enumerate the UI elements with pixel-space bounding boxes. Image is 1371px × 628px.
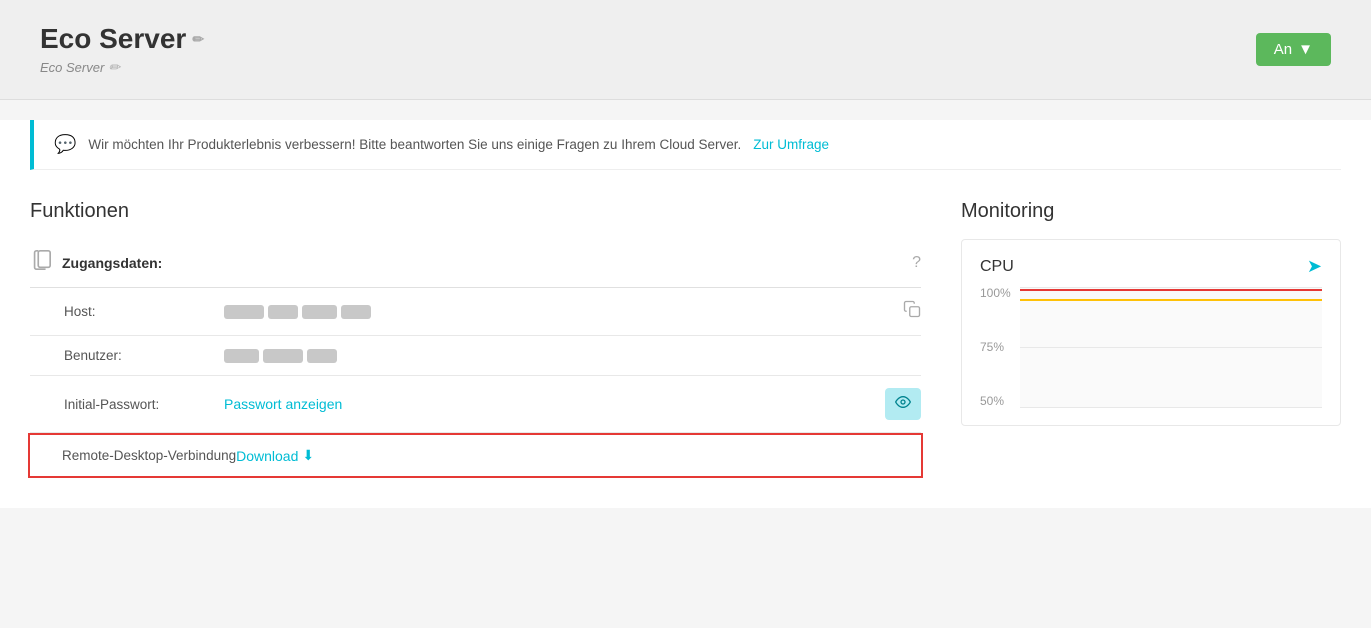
zugangsdaten-label: Zugangsdaten: — [62, 255, 162, 271]
blur-block — [302, 305, 337, 319]
survey-link[interactable]: Zur Umfrage — [753, 137, 829, 152]
server-title-text: Eco Server — [40, 23, 186, 55]
subtitle-edit-icon[interactable]: ✏ — [108, 59, 120, 76]
cpu-detail-arrow-icon[interactable]: ➤ — [1307, 256, 1322, 277]
remote-desktop-label: Remote-Desktop-Verbindung — [62, 448, 236, 463]
benutzer-blurred — [224, 349, 337, 363]
server-subtitle: Eco Server ✏ — [40, 59, 204, 76]
zugangsdaten-header: Zugangsdaten: ? — [30, 239, 921, 288]
cpu-title: CPU — [980, 258, 1014, 276]
password-field-row: Initial-Passwort: Passwort anzeigen — [30, 376, 921, 433]
banner-icon: 💬 — [54, 134, 76, 155]
password-label: Initial-Passwort: — [64, 397, 224, 412]
chart-area — [1020, 287, 1322, 407]
survey-banner: 💬 Wir möchten Ihr Produkterlebnis verbes… — [30, 120, 1341, 170]
remote-desktop-value: Download ⬇ — [236, 447, 921, 464]
grid-line-100 — [1020, 287, 1322, 288]
zugangsdaten-left: Zugangsdaten: — [30, 249, 162, 277]
benutzer-label: Benutzer: — [64, 348, 224, 363]
grid-line-50 — [1020, 407, 1322, 408]
grid-line-75 — [1020, 347, 1322, 348]
download-link-text: Download — [236, 448, 298, 464]
status-button[interactable]: An ▼ — [1256, 33, 1331, 66]
left-column: Funktionen Zugangsdaten: ? H — [30, 200, 921, 478]
chart-label-75: 75% — [980, 341, 1011, 353]
funktionen-title: Funktionen — [30, 200, 921, 223]
main-content: 💬 Wir möchten Ihr Produkterlebnis verbes… — [0, 120, 1371, 508]
host-blurred — [224, 305, 371, 319]
download-link[interactable]: Download ⬇ — [236, 447, 314, 464]
server-title: Eco Server ✏ — [40, 23, 204, 55]
host-value — [224, 305, 903, 319]
blur-block — [224, 305, 264, 319]
help-icon[interactable]: ? — [912, 254, 921, 272]
cpu-header: CPU ➤ — [980, 256, 1322, 277]
blur-block — [224, 349, 259, 363]
header-left: Eco Server ✏ Eco Server ✏ — [40, 23, 204, 76]
host-field-row: Host: — [30, 288, 921, 336]
page-header: Eco Server ✏ Eco Server ✏ An ▼ — [0, 0, 1371, 100]
chart-labels: 100% 75% 50% — [980, 287, 1011, 407]
toggle-password-button[interactable] — [885, 388, 921, 420]
benutzer-field-row: Benutzer: — [30, 336, 921, 376]
download-icon: ⬇ — [302, 447, 314, 464]
show-password-link[interactable]: Passwort anzeigen — [224, 396, 342, 412]
status-button-label: An — [1274, 41, 1292, 58]
blur-block — [268, 305, 298, 319]
remote-desktop-field-row: Remote-Desktop-Verbindung Download ⬇ — [28, 433, 923, 478]
password-value: Passwort anzeigen — [224, 396, 885, 412]
blur-block — [341, 305, 371, 319]
copy-icon — [30, 249, 52, 277]
status-button-arrow: ▼ — [1298, 41, 1313, 58]
cpu-card: CPU ➤ 100% 75% 50% — [961, 239, 1341, 426]
blur-block — [307, 349, 337, 363]
title-edit-icon[interactable]: ✏ — [192, 31, 204, 48]
copy-value-icon[interactable] — [903, 300, 921, 323]
monitoring-title: Monitoring — [961, 200, 1341, 223]
blur-block — [263, 349, 303, 363]
host-label: Host: — [64, 304, 224, 319]
content-area: Funktionen Zugangsdaten: ? H — [0, 190, 1371, 508]
cpu-line-red — [1020, 289, 1322, 291]
chart-label-50: 50% — [980, 395, 1011, 407]
chart-label-100: 100% — [980, 287, 1011, 299]
right-column: Monitoring CPU ➤ 100% 75% 50% — [961, 200, 1341, 478]
benutzer-value — [224, 349, 921, 363]
subtitle-text: Eco Server — [40, 60, 104, 75]
cpu-line-yellow — [1020, 299, 1322, 301]
cpu-chart: 100% 75% 50% — [980, 287, 1322, 407]
banner-text: Wir möchten Ihr Produkterlebnis verbesse… — [88, 137, 741, 152]
